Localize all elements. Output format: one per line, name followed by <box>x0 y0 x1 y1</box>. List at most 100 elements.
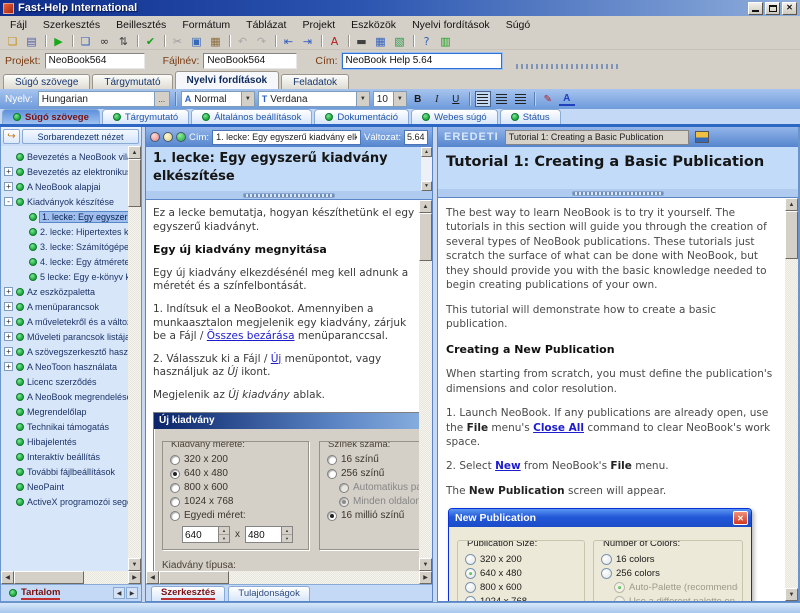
language-browse-button[interactable]: ... <box>154 92 169 106</box>
edit-menu[interactable]: Szerkesztés <box>35 18 108 32</box>
tree-item[interactable]: 5 lecke: Egy e-könyv készítése <box>17 269 128 284</box>
scroll-right-button[interactable]: ▶ <box>419 571 432 584</box>
tab-tartalom[interactable]: Tartalom <box>4 586 65 601</box>
separator[interactable] <box>41 34 49 49</box>
tree-item[interactable]: További fájlbeállítások <box>4 464 128 479</box>
radio-option[interactable]: 800 x 600 <box>170 481 304 495</box>
tree-scrollbar[interactable]: ▲ ▼ <box>128 146 141 571</box>
tree-item[interactable]: A NeoBook megrendelése <box>4 389 128 404</box>
scroll-right-button[interactable]: ▶ <box>128 571 141 584</box>
font-dropdown-button[interactable]: ▼ <box>356 92 369 106</box>
radio-option[interactable]: 640 x 480 <box>465 566 580 580</box>
table-button[interactable]: ▦ <box>371 34 390 49</box>
font-color-button[interactable]: A <box>325 34 344 49</box>
file-menu[interactable]: Fájl <box>2 18 35 32</box>
tree-item[interactable]: NeoPaint <box>4 479 128 494</box>
tree-item[interactable]: ActiveX programozói segédlet <box>4 494 128 509</box>
radio-option[interactable]: 16 millió színű <box>327 509 419 523</box>
scrollbar-thumb[interactable] <box>419 213 432 261</box>
original-scrollbar[interactable]: ▲ ▼ <box>785 198 798 601</box>
radio-option[interactable]: 320 x 200 <box>465 552 580 566</box>
spin-down-icon[interactable]: ▼ <box>282 535 292 542</box>
scroll-up-button[interactable]: ▲ <box>785 198 798 211</box>
tree-item[interactable]: 1. lecke: Egy egyszerű kiadvány <box>17 209 128 224</box>
scrollbar-thumb[interactable] <box>14 571 84 584</box>
format-menu[interactable]: Formátum <box>174 18 238 32</box>
radio-option[interactable]: Minden oldalon más paletta haszn <box>339 495 419 509</box>
language-combo[interactable]: Hungarian ... <box>38 91 170 107</box>
radio-option[interactable]: Automatikus paletta (ajánlott) <box>339 481 419 495</box>
radio-option[interactable]: 1024 x 768 <box>170 495 304 509</box>
outdent-button[interactable]: ⇤ <box>279 34 298 49</box>
scroll-left-button[interactable]: ◀ <box>1 571 14 584</box>
editor-hscrollbar[interactable]: ◀ ▶ <box>146 571 432 584</box>
scrollbar-thumb[interactable] <box>159 571 229 584</box>
status-red-button[interactable] <box>150 132 160 142</box>
sort-button[interactable]: ⇅ <box>114 34 133 49</box>
book-icon[interactable] <box>695 131 709 143</box>
close-button[interactable]: ✕ <box>782 2 797 15</box>
separator[interactable] <box>409 34 417 49</box>
help-menu[interactable]: Súgó <box>498 18 539 32</box>
spin-down-icon[interactable]: ▼ <box>219 535 229 542</box>
radio-option[interactable]: Use a different palette on each page <box>614 594 738 601</box>
tree-item[interactable]: Bevezetés a NeoBook világába <box>4 149 128 164</box>
underline-button[interactable]: U <box>448 91 464 107</box>
open-button[interactable]: ❏ <box>3 34 22 49</box>
separator[interactable] <box>344 34 352 49</box>
tree-item[interactable]: 4. lecke: Egy átméretezhető ki <box>17 254 128 269</box>
scroll-down-button[interactable]: ▼ <box>785 588 798 601</box>
title-scrollbar[interactable]: ▲ ▼ <box>421 147 432 191</box>
maximize-button[interactable] <box>765 2 780 15</box>
horizontal-splitter[interactable] <box>146 191 432 199</box>
horizontal-splitter[interactable] <box>438 189 798 197</box>
spin-up-icon[interactable]: ▲ <box>219 527 229 535</box>
stab-dokumentacio[interactable]: Dokumentáció <box>314 109 409 124</box>
tree-item[interactable]: - Kiadványok készítése <box>4 194 128 209</box>
minimize-button[interactable] <box>748 2 763 15</box>
tree-item[interactable]: Interaktív beállítás <box>4 449 128 464</box>
tab-feladatok[interactable]: Feladatok <box>281 74 349 89</box>
scroll-up-button[interactable]: ▲ <box>128 146 141 159</box>
copy-button[interactable]: ▣ <box>187 34 206 49</box>
tree-item[interactable]: 3. lecke: Számítógépes oktató <box>17 239 128 254</box>
tree-item[interactable]: + Bevezetés az elektronikus kiadván <box>4 164 128 179</box>
indent-button[interactable]: ⇥ <box>298 34 317 49</box>
expand-toggle[interactable]: + <box>4 317 13 326</box>
tree-item[interactable]: Megrendelőlap <box>4 404 128 419</box>
radio-option[interactable]: 1024 x 768 <box>465 594 580 601</box>
radio-option[interactable]: 16 colors <box>601 552 738 566</box>
separator[interactable] <box>317 34 325 49</box>
scroll-down-button[interactable]: ▼ <box>419 558 432 571</box>
radio-option[interactable]: 16 színű <box>327 453 419 467</box>
radio-option[interactable]: Auto-Palette (recommended) <box>614 580 738 594</box>
align-center-button[interactable] <box>494 91 510 107</box>
spin-up-icon[interactable]: ▲ <box>282 527 292 535</box>
separator[interactable] <box>160 34 168 49</box>
cut-button[interactable]: ✂ <box>168 34 187 49</box>
image-button[interactable]: ▧ <box>390 34 409 49</box>
font-color-button[interactable]: A <box>559 92 575 106</box>
width-spinner[interactable]: 640 ▲▼ <box>182 526 230 543</box>
tools-menu[interactable]: Eszközök <box>343 18 404 32</box>
tree-item[interactable]: + Az eszközpaletta <box>4 284 128 299</box>
italic-button[interactable]: I <box>429 91 445 107</box>
stab-altalanos-beallitasok[interactable]: Általános beállítások <box>191 109 312 124</box>
expand-toggle[interactable]: - <box>4 197 13 206</box>
table-menu[interactable]: Táblázat <box>238 18 294 32</box>
project-menu[interactable]: Projekt <box>294 18 343 32</box>
radio-option[interactable]: Egyedi méret: <box>170 509 304 523</box>
font-size-combo[interactable]: 10 ▼ <box>373 91 407 107</box>
separator[interactable] <box>133 34 141 49</box>
project-title-input[interactable] <box>342 53 502 69</box>
tab-szerkesztes[interactable]: Szerkesztés <box>151 586 225 601</box>
radio-option[interactable]: 256 colors <box>601 566 738 580</box>
original-document[interactable]: The best way to learn NeoBook is to try … <box>438 198 785 601</box>
highlight-button[interactable]: ✎ <box>540 91 556 107</box>
original-title-input[interactable] <box>505 130 689 145</box>
align-right-button[interactable] <box>513 91 529 107</box>
align-left-button[interactable] <box>475 91 491 107</box>
scroll-left-button[interactable]: ◀ <box>146 571 159 584</box>
stab-sugo-szovege[interactable]: Súgó szövege <box>2 109 100 124</box>
scroll-up-button[interactable]: ▲ <box>421 147 432 157</box>
